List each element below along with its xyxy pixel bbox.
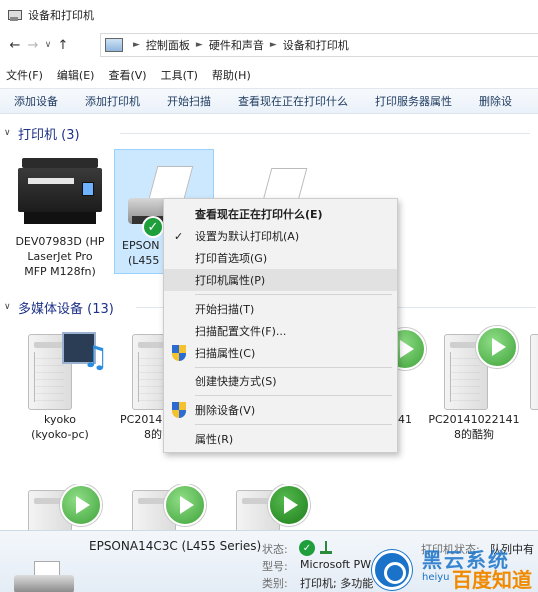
menu-file[interactable]: 文件(F) — [6, 67, 43, 83]
menu-bar: 文件(F) 编辑(E) 查看(V) 工具(T) 帮助(H) — [0, 64, 538, 86]
media-device-row3-1[interactable] — [14, 484, 114, 530]
ctx-see-whats-printing[interactable]: 查看现在正在打印什么(E) — [164, 203, 397, 225]
ctx-printer-properties[interactable]: 打印机属性(P) — [164, 269, 397, 291]
details-model-key: 型号: — [262, 560, 288, 573]
devices-printers-icon — [6, 8, 22, 22]
media-device-edge[interactable] — [530, 334, 538, 414]
media-device-row3-2[interactable] — [118, 484, 218, 530]
printers-group-label: 打印机 (3) — [18, 127, 80, 143]
see-whats-printing-button[interactable]: 查看现在正在打印什么 — [238, 93, 348, 109]
printer-hp-laserjet[interactable]: DEV07983D (HP LaserJet Pro MFP M128fn) — [10, 150, 110, 279]
media-group-label: 多媒体设备 (13) — [18, 301, 114, 317]
menu-help[interactable]: 帮助(H) — [212, 67, 251, 83]
ctx-set-default-printer[interactable]: ✓ 设置为默认打印机(A) — [164, 225, 397, 247]
add-printer-button[interactable]: 添加打印机 — [85, 93, 140, 109]
ctx-scan-properties[interactable]: 扫描属性(C) — [164, 342, 397, 364]
breadcrumb-hardware-sound[interactable]: 硬件和声音 — [209, 37, 264, 53]
details-device-name: EPSONA14C3C (L455 Series) — [89, 539, 262, 553]
print-server-properties-button[interactable]: 打印服务器属性 — [375, 93, 452, 109]
forward-arrow-icon[interactable]: → — [24, 35, 42, 55]
title-bar: 设备和打印机 — [0, 0, 538, 30]
menu-item-label: 打印机属性(P) — [195, 274, 266, 287]
watermark-logo-icon — [372, 550, 412, 590]
menu-item-label: 打印首选项(G) — [195, 252, 268, 265]
details-category-key: 类别: — [262, 577, 288, 590]
ctx-properties[interactable]: 属性(R) — [164, 428, 397, 450]
details-status-key: 状态: — [262, 543, 288, 556]
menu-item-label: 扫描配置文件(F)... — [195, 325, 287, 338]
menu-item-label: 删除设备(V) — [195, 404, 256, 417]
device-label-line: DEV07983D (HP — [15, 235, 105, 248]
menu-item-label: 开始扫描(T) — [195, 303, 255, 316]
play-icon — [476, 326, 518, 368]
menu-separator — [195, 395, 392, 396]
collapse-chevron-icon[interactable]: ∨ — [4, 302, 16, 312]
watermark: 黑云系统 heiyu 百度知道 — [372, 546, 538, 592]
back-arrow-icon[interactable]: ← — [6, 35, 24, 55]
menu-separator — [195, 424, 392, 425]
network-status-icon — [320, 541, 332, 555]
device-label-line: 8的酷狗 — [454, 428, 494, 441]
device-label-line: MFP M128fn) — [24, 265, 96, 278]
up-arrow-icon[interactable]: ↑ — [54, 35, 72, 55]
menu-item-label: 属性(R) — [195, 433, 234, 446]
menu-view[interactable]: 查看(V) — [108, 67, 146, 83]
navigation-bar: ← → ∨ ↑ ► 控制面板 ► 硬件和声音 ► 设备和打印机 — [0, 32, 538, 58]
ctx-scan-profiles[interactable]: 扫描配置文件(F)... — [164, 320, 397, 342]
watermark-line2: heiyu — [422, 572, 450, 583]
printers-group-header[interactable]: ∨ 打印机 (3) — [0, 123, 538, 143]
context-menu: 查看现在正在打印什么(E) ✓ 设置为默认打印机(A) 打印首选项(G) 打印机… — [163, 198, 398, 453]
breadcrumb-separator-icon[interactable]: ► — [133, 40, 140, 50]
add-device-button[interactable]: 添加设备 — [14, 93, 58, 109]
media-device-kugou[interactable]: PC20141022141 8的酷狗 — [424, 320, 524, 442]
mfp-printer-icon — [18, 158, 102, 226]
device-label-line: LaserJet Pro — [27, 250, 93, 263]
media-device-kyoko[interactable]: ♫ kyoko (kyoko-pc) — [10, 320, 110, 442]
details-model-value: Microsoft PW — [300, 558, 372, 571]
window-title: 设备和打印机 — [28, 9, 94, 22]
ctx-start-scan[interactable]: 开始扫描(T) — [164, 298, 397, 320]
uac-shield-icon — [172, 402, 186, 418]
details-printer-icon — [14, 561, 74, 592]
breadcrumb-separator-icon[interactable]: ► — [196, 40, 203, 50]
recent-locations-chevron-icon[interactable]: ∨ — [42, 35, 54, 55]
status-ok-icon: ✓ — [299, 540, 315, 556]
menu-tools[interactable]: 工具(T) — [161, 67, 198, 83]
device-label-line: kyoko — [44, 413, 76, 426]
collapse-chevron-icon[interactable]: ∨ — [4, 128, 16, 138]
device-label-line: (kyoko-pc) — [31, 428, 89, 441]
checkmark-icon: ✓ — [174, 229, 184, 243]
play-icon — [60, 484, 102, 526]
ctx-remove-device[interactable]: 删除设备(V) — [164, 399, 397, 421]
music-note-icon: ♫ — [82, 340, 109, 375]
uac-shield-icon — [172, 345, 186, 361]
ctx-create-shortcut[interactable]: 创建快捷方式(S) — [164, 370, 397, 392]
media-server-icon — [530, 334, 538, 410]
address-bar[interactable]: ► 控制面板 ► 硬件和声音 ► 设备和打印机 — [100, 33, 538, 57]
details-category-value: 打印机; 多功能 — [300, 577, 374, 590]
command-bar: 添加设备 添加打印机 开始扫描 查看现在正在打印什么 打印服务器属性 删除设 — [0, 88, 538, 114]
control-panel-icon — [105, 38, 123, 52]
ctx-printing-preferences[interactable]: 打印首选项(G) — [164, 247, 397, 269]
start-scan-button[interactable]: 开始扫描 — [167, 93, 211, 109]
group-divider — [120, 133, 530, 134]
menu-item-label: 查看现在正在打印什么(E) — [195, 208, 323, 221]
play-icon — [164, 484, 206, 526]
menu-separator — [195, 367, 392, 368]
menu-item-label: 扫描属性(C) — [195, 347, 256, 360]
play-icon — [268, 484, 310, 526]
menu-item-label: 创建快捷方式(S) — [195, 375, 277, 388]
menu-edit[interactable]: 编辑(E) — [57, 67, 95, 83]
default-printer-check-icon: ✓ — [142, 216, 164, 238]
media-device-row3-3[interactable] — [222, 484, 322, 530]
menu-separator — [195, 294, 392, 295]
breadcrumb-devices-printers[interactable]: 设备和打印机 — [283, 37, 349, 53]
menu-item-label: 设置为默认打印机(A) — [195, 230, 300, 243]
breadcrumb-separator-icon[interactable]: ► — [270, 40, 277, 50]
watermark-line3: 百度知道 — [452, 568, 532, 592]
remove-device-button[interactable]: 删除设 — [479, 93, 512, 109]
breadcrumb-control-panel[interactable]: 控制面板 — [146, 37, 190, 53]
device-label-line: PC20141022141 — [428, 413, 520, 426]
